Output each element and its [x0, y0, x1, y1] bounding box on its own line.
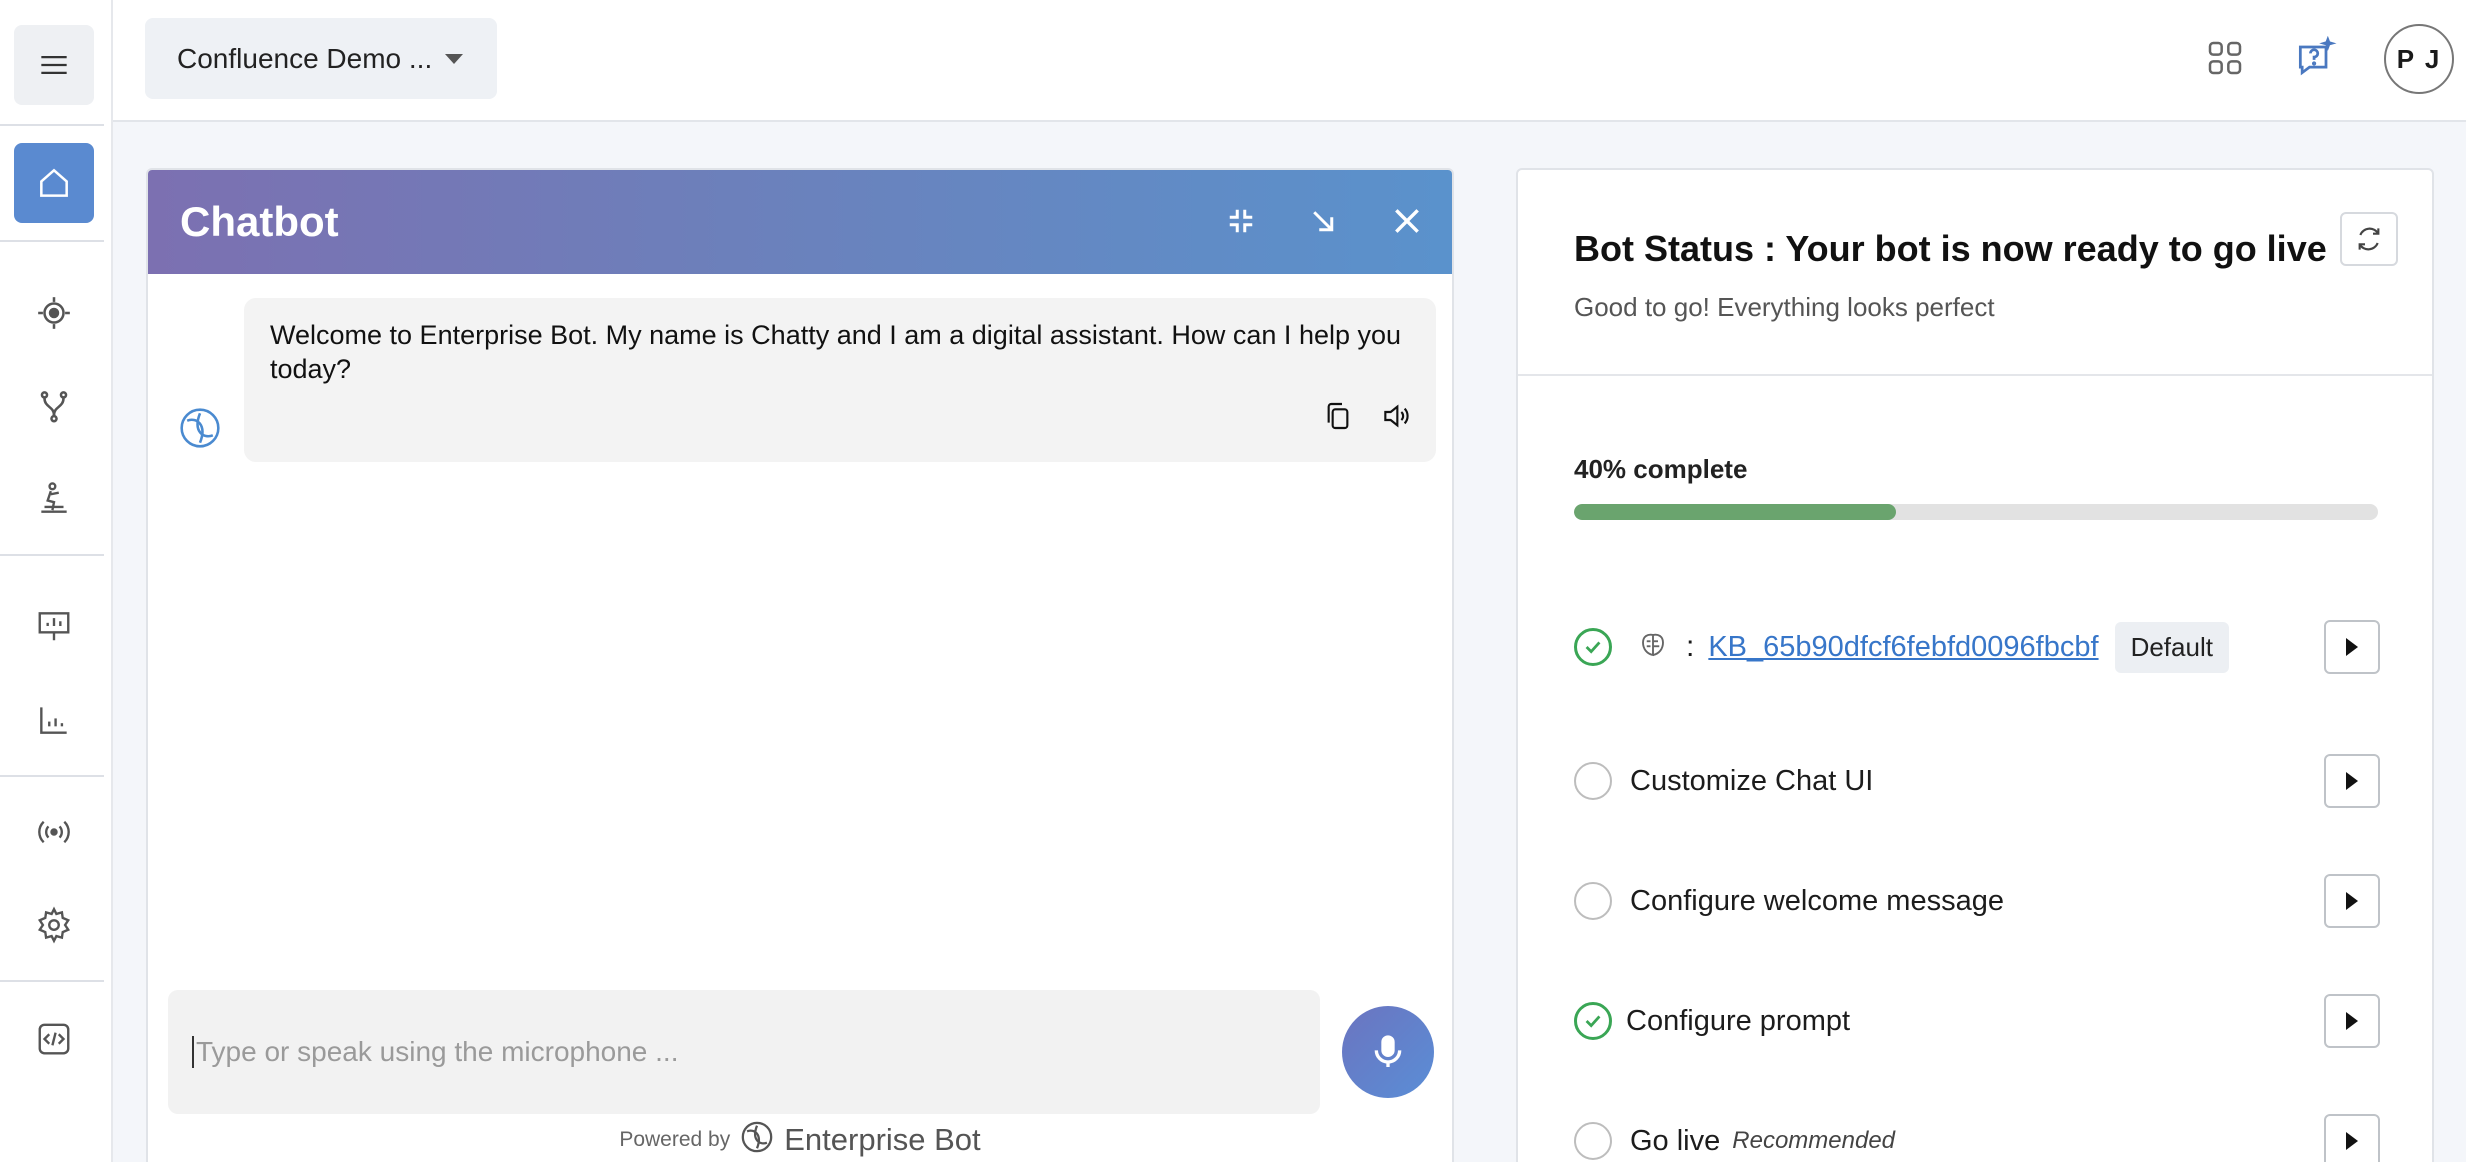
analytics-chart-icon[interactable]: [14, 680, 94, 760]
step-play-button[interactable]: [2324, 994, 2380, 1048]
check-done-icon: [1574, 1002, 1612, 1040]
enterprise-bot-logo-icon: [740, 1120, 774, 1159]
sidebar-divider: [0, 554, 104, 556]
user-avatar[interactable]: P J: [2384, 24, 2454, 94]
step-label: Configure prompt: [1626, 1004, 1851, 1037]
presentation-icon[interactable]: [14, 586, 94, 666]
step-label: Configure welcome message: [1630, 884, 2004, 917]
flow-branch-icon[interactable]: [14, 366, 94, 446]
step-configure-welcome-message: Configure welcome message: [1574, 872, 2380, 930]
step-customize-chat-ui: Customize Chat UI: [1574, 752, 2380, 810]
menu-icon[interactable]: [14, 25, 94, 105]
training-icon[interactable]: [14, 459, 94, 539]
bot-message-bubble: Welcome to Enterprise Bot. My name is Ch…: [244, 298, 1436, 462]
play-icon: [2346, 892, 2358, 910]
step-play-button[interactable]: [2324, 620, 2380, 674]
check-done-icon: [1574, 628, 1612, 666]
step-play-button[interactable]: [2324, 754, 2380, 808]
chatbot-panel: Chatbot Welcome to Enterprise Bot. My na…: [146, 168, 1454, 1162]
broadcast-icon[interactable]: [14, 792, 94, 872]
sidebar-divider: [0, 124, 104, 126]
settings-gear-icon[interactable]: [14, 885, 94, 965]
bot-avatar-icon: [178, 406, 222, 450]
close-icon[interactable]: [1384, 198, 1430, 244]
bot-status-subtitle: Good to go! Everything looks perfect: [1574, 292, 1995, 322]
knowledge-base-icon: [1638, 630, 1668, 665]
project-selector[interactable]: Confluence Demo ...: [145, 18, 497, 99]
play-icon: [2346, 772, 2358, 790]
play-icon: [2346, 1132, 2358, 1150]
dock-arrow-icon[interactable]: [1300, 198, 1346, 244]
default-badge: Default: [2114, 621, 2229, 673]
bot-message-text: Welcome to Enterprise Bot. My name is Ch…: [270, 320, 1402, 384]
progress-bar-fill: [1574, 504, 1896, 520]
sidebar: [0, 0, 113, 1162]
play-icon: [2346, 1012, 2358, 1030]
check-empty-icon: [1574, 882, 1612, 920]
step-label: Customize Chat UI: [1630, 764, 1874, 797]
kb-colon: :: [1686, 630, 1695, 663]
project-name: Confluence Demo ...: [177, 42, 433, 74]
apps-grid-icon[interactable]: [2201, 34, 2249, 82]
recommended-note: Recommended: [1732, 1127, 1896, 1154]
sidebar-divider: [0, 240, 104, 242]
step-go-live: Go live Recommended: [1574, 1112, 2380, 1162]
top-bar: Confluence Demo ... P J: [113, 0, 2466, 122]
check-empty-icon: [1574, 762, 1612, 800]
minimize-icon[interactable]: [1218, 198, 1264, 244]
powered-by-label: Powered by: [619, 1127, 731, 1151]
brand-name: Enterprise Bot: [784, 1121, 981, 1157]
sidebar-divider: [0, 775, 104, 777]
knowledge-base-link[interactable]: KB_65b90dfcf6febfd0096fbcbf: [1708, 631, 2098, 664]
sidebar-divider: [0, 980, 104, 982]
step-knowledge-base: : KB_65b90dfcf6febfd0096fbcbf Default: [1574, 618, 2380, 676]
copy-icon[interactable]: [1322, 400, 1354, 440]
chat-input[interactable]: [192, 1036, 1296, 1068]
microphone-button[interactable]: [1342, 1006, 1434, 1098]
step-configure-prompt: Configure prompt: [1574, 992, 2380, 1050]
chatbot-title: Chatbot: [180, 198, 339, 245]
bot-status-panel: Bot Status : Your bot is now ready to go…: [1516, 168, 2434, 1162]
chat-input-container: [168, 990, 1320, 1114]
play-icon: [2346, 638, 2358, 656]
powered-by: Powered by Enterprise Bot: [148, 1120, 1452, 1159]
speaker-icon[interactable]: [1380, 400, 1412, 440]
caret-down-icon: [445, 54, 463, 64]
help-chat-icon[interactable]: [2291, 34, 2339, 82]
step-label: Go live: [1630, 1124, 1721, 1157]
refresh-icon[interactable]: [2340, 212, 2398, 266]
progress-label: 40% complete: [1574, 454, 1748, 484]
chatbot-header: Chatbot: [148, 170, 1452, 274]
step-play-button[interactable]: [2324, 1114, 2380, 1162]
check-empty-icon: [1574, 1122, 1612, 1160]
progress-bar: [1574, 504, 2378, 520]
bot-status-title: Bot Status : Your bot is now ready to go…: [1574, 228, 2327, 269]
target-icon[interactable]: [14, 273, 94, 353]
step-play-button[interactable]: [2324, 874, 2380, 928]
code-embed-icon[interactable]: [14, 999, 94, 1079]
home-icon[interactable]: [14, 143, 94, 223]
